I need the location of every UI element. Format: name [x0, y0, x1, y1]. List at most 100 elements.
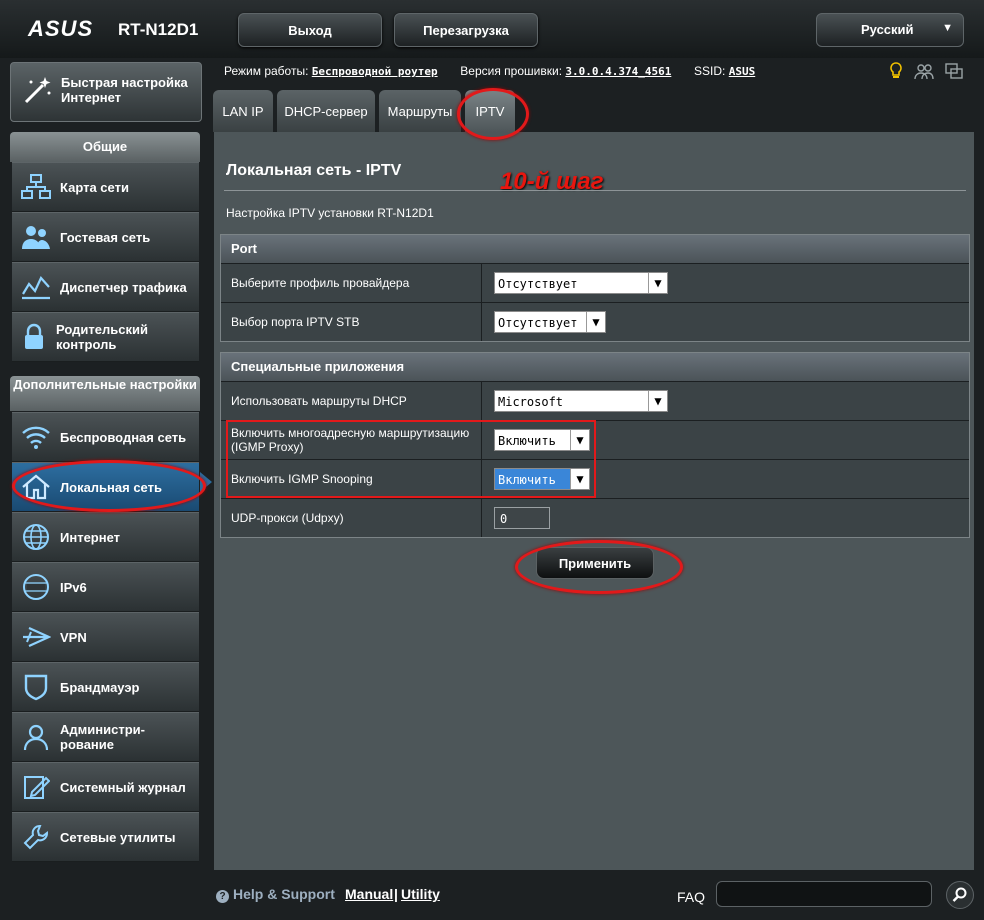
notification-bulb-icon[interactable]	[886, 62, 906, 80]
sidebar-item-label: Администри-рование	[60, 722, 145, 752]
title-divider	[224, 190, 966, 191]
sidebar-item-label: Беспроводная сеть	[60, 429, 187, 445]
sidebar-item-label: Интернет	[60, 529, 121, 545]
select-value: Отсутствует	[498, 277, 578, 291]
sidebar-item-label: Системный журнал	[60, 779, 186, 795]
sidebar-item-network-tools[interactable]: Сетевые утилиты	[12, 812, 199, 862]
language-value: Русский	[861, 22, 914, 37]
help-label: Help & Support	[233, 886, 335, 902]
usb-devices-icon[interactable]	[944, 62, 964, 80]
general-section-header: Общие	[10, 132, 200, 162]
chevron-down-icon: ▼	[586, 312, 605, 332]
wifi-icon	[22, 426, 50, 449]
ssid-label: SSID:	[694, 64, 726, 78]
footer: ? Help & Support Manual | Utility FAQ	[214, 880, 974, 910]
faq-search-button[interactable]	[946, 881, 974, 909]
tab-iptv[interactable]: IPTV	[465, 90, 515, 132]
language-select[interactable]: Русский ▼	[816, 13, 964, 47]
special-apps-table: Специальные приложения Использовать марш…	[220, 352, 970, 538]
chevron-down-icon: ▼	[570, 430, 589, 450]
isp-profile-select[interactable]: Отсутствует ▼	[494, 272, 668, 294]
magic-wand-icon	[24, 77, 51, 104]
page-description: Настройка IPTV установки RT-N12D1	[226, 206, 434, 220]
firmware-link[interactable]: 3.0.0.4.374_4561	[565, 65, 671, 78]
advanced-section-header: Дополнительные настройки	[10, 376, 200, 411]
table-row: Использовать маршруты DHCP Microsoft ▼	[221, 381, 969, 420]
mode-link[interactable]: Беспроводной роутер	[312, 65, 438, 78]
traffic-chart-icon	[22, 276, 50, 300]
quick-internet-setup-button[interactable]: Быстрая настройка Интернет	[10, 62, 202, 122]
sidebar-item-label: Локальная сеть	[60, 479, 162, 495]
chevron-down-icon: ▼	[942, 22, 953, 34]
sidebar-item-network-map[interactable]: Карта сети	[12, 162, 199, 212]
tab-dhcp-server[interactable]: DHCP-сервер	[277, 90, 375, 132]
table-row: Выбор порта IPTV STB Отсутствует ▼	[221, 302, 969, 341]
table-row: UDP-прокси (Udpxy) 0	[221, 498, 969, 537]
sidebar-item-ipv6[interactable]: IPv6	[12, 562, 199, 612]
sidebar-item-label: Гостевая сеть	[60, 229, 151, 245]
select-value: Microsoft	[498, 395, 564, 409]
sidebar-item-firewall[interactable]: Брандмауэр	[12, 662, 199, 712]
row-label: Выберите профиль провайдера	[221, 264, 482, 302]
table-row: Выберите профиль провайдера Отсутствует …	[221, 263, 969, 302]
top-bar: ASUS RT-N12D1 Выход Перезагрузка Русский…	[0, 0, 984, 58]
sidebar-item-guest-network[interactable]: Гостевая сеть	[12, 212, 199, 262]
sidebar-item-traffic-manager[interactable]: Диспетчер трафика	[12, 262, 199, 312]
sidebar-item-label: Карта сети	[60, 179, 129, 195]
footer-separator: |	[394, 886, 398, 902]
sidebar-item-vpn[interactable]: VPN	[12, 612, 199, 662]
select-value: Отсутствует	[498, 316, 578, 330]
sidebar-item-administration[interactable]: Администри-рование	[12, 712, 199, 762]
dhcp-routes-select[interactable]: Microsoft ▼	[494, 390, 668, 412]
help-support-link[interactable]: ? Help & Support	[216, 886, 335, 903]
globe-icon	[23, 524, 49, 550]
clients-icon[interactable]	[914, 62, 934, 80]
vpn-icon	[23, 626, 51, 648]
sidebar-item-internet[interactable]: Интернет	[12, 512, 199, 562]
apply-button[interactable]: Применить	[536, 547, 654, 579]
udpxy-port-input[interactable]: 0	[494, 507, 550, 529]
port-settings-table: Port Выберите профиль провайдера Отсутст…	[220, 234, 970, 342]
row-label: Использовать маршруты DHCP	[221, 382, 482, 420]
sidebar-item-wireless[interactable]: Беспроводная сеть	[12, 412, 199, 462]
sidebar-item-label: Брандмауэр	[60, 679, 140, 695]
network-map-icon	[21, 174, 51, 199]
lock-icon	[25, 323, 44, 349]
tab-routes[interactable]: Маршруты	[379, 90, 461, 132]
sidebar-item-lan[interactable]: Локальная сеть	[12, 462, 199, 512]
reboot-button[interactable]: Перезагрузка	[394, 13, 538, 47]
select-value: Включить	[498, 473, 556, 487]
port-table-header: Port	[221, 235, 969, 263]
row-label: Включить многоадресную маршрутизацию (IG…	[221, 421, 482, 459]
guest-users-icon	[22, 226, 50, 249]
chevron-down-icon: ▼	[570, 469, 589, 489]
faq-search-input[interactable]	[716, 881, 932, 907]
sidebar-item-parental-control[interactable]: Родительский контроль	[12, 312, 199, 362]
row-label: UDP-прокси (Udpxy)	[221, 499, 482, 537]
logout-button[interactable]: Выход	[238, 13, 382, 47]
mode-label: Режим работы:	[224, 64, 309, 78]
chevron-down-icon: ▼	[648, 391, 667, 411]
shield-icon	[24, 674, 48, 701]
select-value: Включить	[498, 434, 556, 448]
row-label: Выбор порта IPTV STB	[221, 303, 482, 341]
ssid-link[interactable]: ASUS	[729, 65, 756, 78]
manual-link[interactable]: Manual	[345, 886, 393, 902]
igmp-proxy-select[interactable]: Включить ▼	[494, 429, 590, 451]
active-item-pointer	[200, 472, 212, 492]
step-annotation: 10-й шаг	[500, 168, 604, 195]
main-panel: Локальная сеть - IPTV 10-й шаг Настройка…	[214, 132, 974, 870]
sidebar-item-label: Родительский контроль	[56, 322, 148, 352]
firmware-label: Версия прошивки:	[460, 64, 563, 78]
igmp-snooping-select[interactable]: Включить ▼	[494, 468, 590, 490]
iptv-stb-port-select[interactable]: Отсутствует ▼	[494, 311, 606, 333]
sidebar-item-label: Сетевые утилиты	[60, 829, 176, 845]
sidebar-item-label: VPN	[60, 629, 87, 645]
utility-link[interactable]: Utility	[401, 886, 440, 902]
row-label: Включить IGMP Snooping	[221, 460, 482, 498]
sidebar-item-system-log[interactable]: Системный журнал	[12, 762, 199, 812]
tab-lan-ip[interactable]: LAN IP	[213, 90, 273, 132]
log-edit-icon	[24, 776, 50, 799]
table-row: Включить многоадресную маршрутизацию (IG…	[221, 420, 969, 459]
wrench-icon	[23, 825, 48, 850]
